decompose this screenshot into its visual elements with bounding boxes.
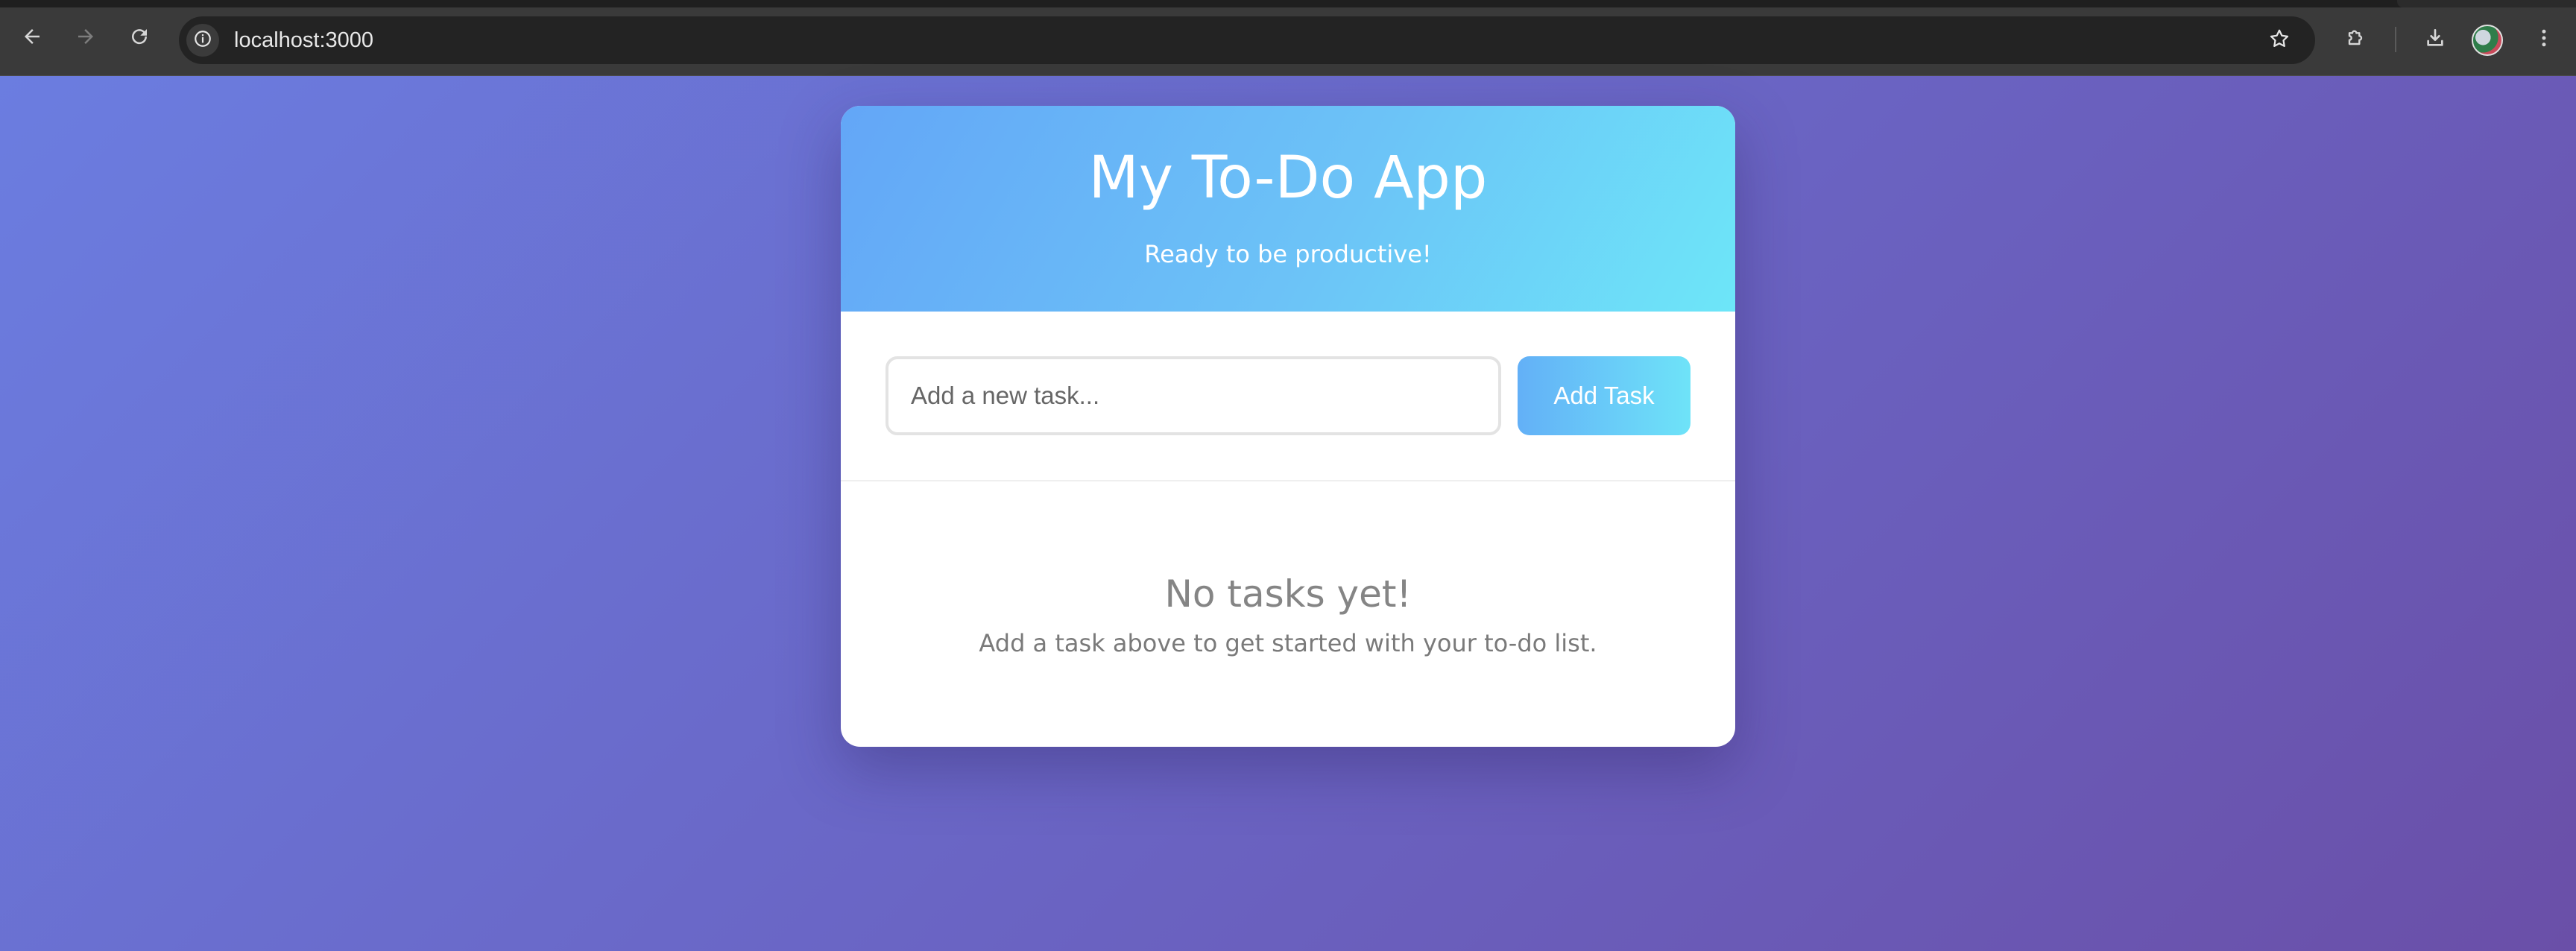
menu-button[interactable] [2522,18,2566,61]
extensions-button[interactable] [2334,18,2377,61]
site-info-button[interactable] [186,24,219,57]
info-icon [193,29,212,51]
app-title: My To-Do App [1088,145,1488,212]
reload-icon [128,25,151,54]
avatar[interactable] [2472,25,2503,56]
downloads-button[interactable] [2414,18,2457,61]
star-icon [2268,28,2291,53]
kebab-menu-icon [2533,27,2555,52]
bookmark-button[interactable] [2263,24,2296,57]
new-task-input[interactable] [886,356,1501,435]
back-button[interactable] [10,18,54,61]
add-task-button[interactable]: Add Task [1518,356,1690,435]
empty-state-title: No tasks yet! [1164,572,1412,616]
download-icon [2423,26,2447,53]
add-task-form: Add Task [841,312,1735,481]
empty-state-description: Add a task above to get started with you… [979,629,1597,657]
todo-card: My To-Do App Ready to be productive! Add… [841,106,1735,747]
page-background: My To-Do App Ready to be productive! Add… [0,76,2576,951]
toolbar-separator [2395,27,2396,52]
tab-strip [0,0,2576,7]
empty-state: No tasks yet! Add a task above to get st… [841,481,1735,747]
arrow-left-icon [21,25,43,54]
tab-strip-right [2397,0,2576,7]
app-subtitle: Ready to be productive! [1144,240,1432,268]
puzzle-icon [2343,26,2367,53]
card-header: My To-Do App Ready to be productive! [841,106,1735,312]
reload-button[interactable] [118,18,161,61]
browser-toolbar: localhost:3000 [0,0,2576,76]
address-bar[interactable]: localhost:3000 [179,16,2315,64]
forward-button[interactable] [64,18,107,61]
url-text[interactable]: localhost:3000 [234,16,373,64]
arrow-right-icon [75,25,97,54]
